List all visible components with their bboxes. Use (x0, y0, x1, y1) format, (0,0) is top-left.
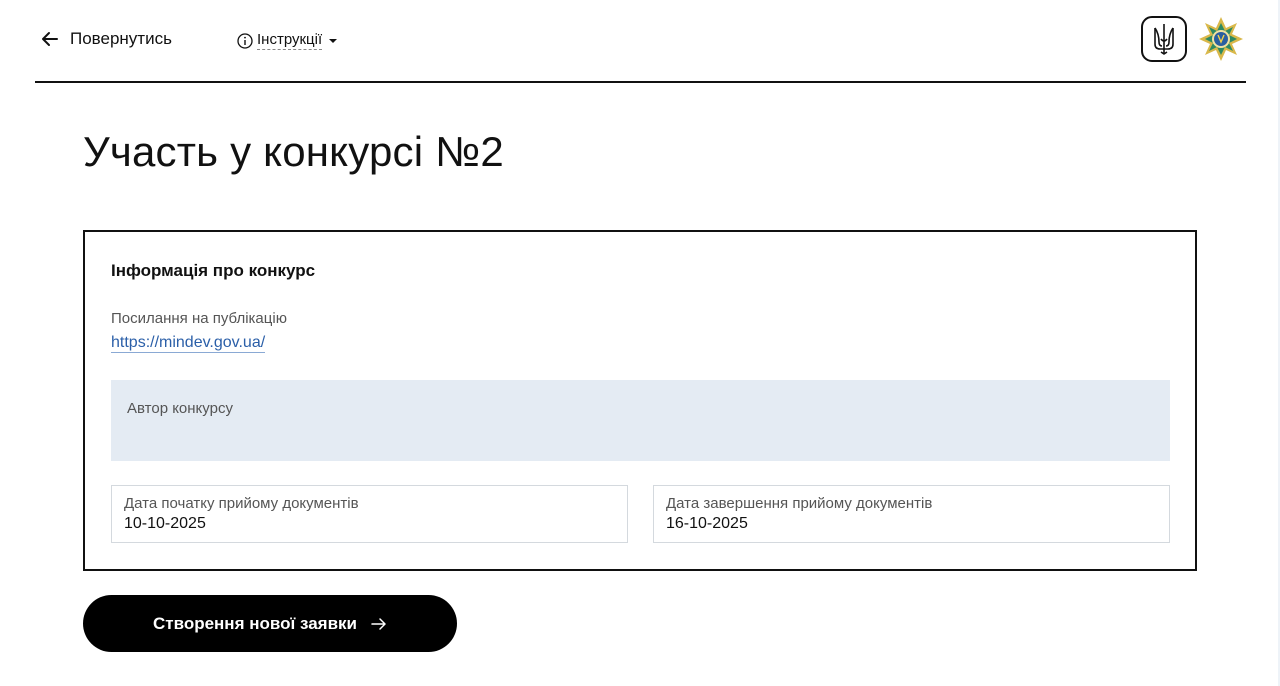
trident-icon (1154, 24, 1174, 55)
emblem-logo[interactable] (1198, 16, 1244, 62)
page: Повернутись Інструкції Участь у конкурсі… (0, 0, 1278, 686)
back-label: Повернутись (70, 29, 172, 48)
caret-down-icon (329, 38, 338, 43)
publication-link[interactable]: https://mindev.gov.ua/ (111, 334, 266, 353)
contest-info-card: Інформація про конкурс Посилання на публ… (83, 230, 1197, 571)
back-button[interactable]: Повернутись (41, 29, 172, 49)
info-icon (237, 32, 253, 49)
start-date-value: 10-10-2025 (124, 515, 206, 532)
arrow-left-icon (42, 32, 58, 46)
author-field: Автор конкурсу (111, 380, 1170, 461)
instructions-label: Інструкції (257, 31, 323, 50)
emblem-icon (1199, 17, 1243, 61)
end-date-value: 16-10-2025 (666, 515, 748, 532)
header: Повернутись Інструкції (35, 0, 1246, 83)
trident-logo[interactable] (1141, 16, 1187, 62)
create-application-label: Створення нової заявки (152, 613, 357, 633)
publication-label: Посилання на публікацію (111, 310, 287, 327)
page-title: Участь у конкурсі №2 (83, 128, 504, 175)
end-date-label: Дата завершення прийому документів (666, 495, 933, 512)
start-date-field: Дата початку прийому документів 10-10-20… (111, 485, 628, 543)
arrow-right-icon (371, 617, 386, 630)
end-date-field: Дата завершення прийому документів 16-10… (653, 485, 1170, 543)
create-application-button[interactable]: Створення нової заявки (83, 595, 457, 652)
instructions-dropdown[interactable]: Інструкції (237, 31, 338, 50)
author-label: Автор конкурсу (127, 400, 233, 417)
start-date-label: Дата початку прийому документів (124, 495, 359, 512)
card-title: Інформація про конкурс (111, 261, 316, 280)
